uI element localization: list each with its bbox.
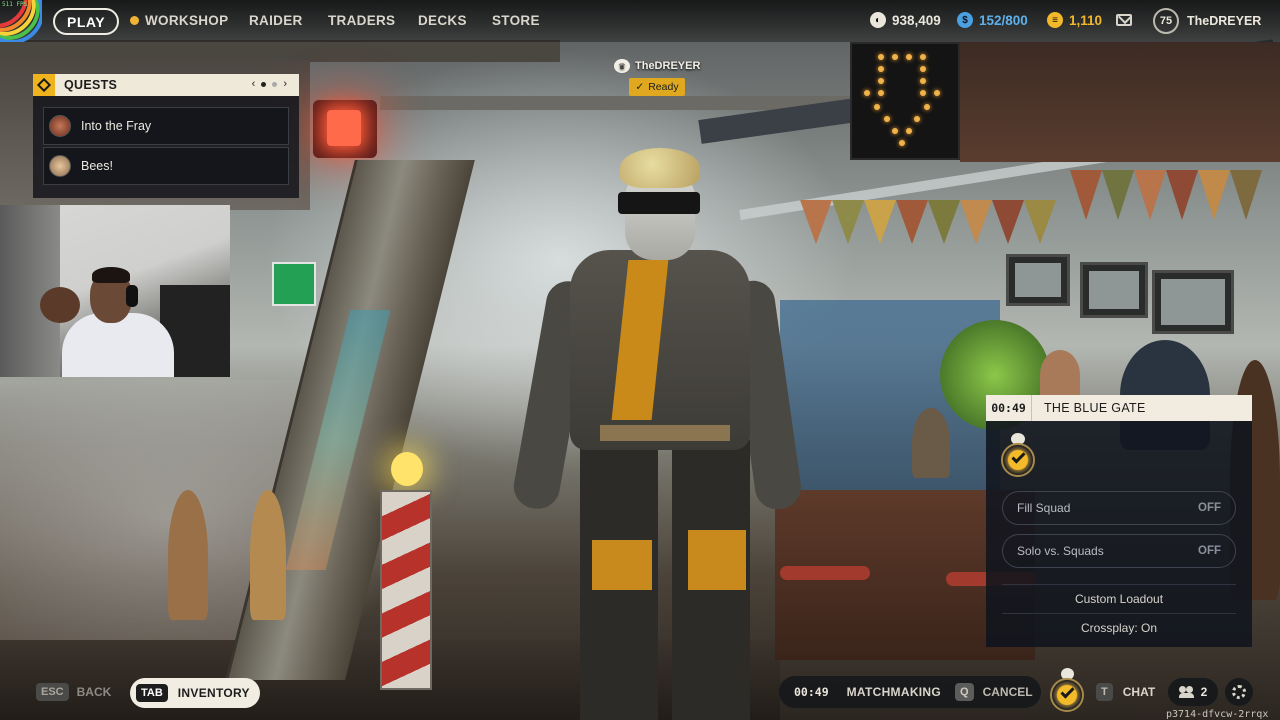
quests-pager: ‹ › xyxy=(252,78,287,90)
fill-squad-value: OFF xyxy=(1198,502,1221,514)
notification-dot-icon xyxy=(130,16,139,25)
scene-striped-barrier xyxy=(380,490,432,690)
session-id-label: p3714-dfvcw-2rrqx xyxy=(1166,709,1269,720)
nav-play-button[interactable]: PLAY xyxy=(53,8,120,35)
solo-vs-squads-label: Solo vs. Squads xyxy=(1017,544,1104,558)
scene-npc xyxy=(250,490,286,620)
settings-button[interactable] xyxy=(1225,678,1253,706)
red-warning-light xyxy=(313,100,377,158)
pager-next-icon[interactable]: › xyxy=(283,78,287,90)
crown-icon: ♛ xyxy=(614,59,630,73)
inventory-button[interactable]: TAB INVENTORY xyxy=(130,678,260,708)
q-key-hint[interactable]: Q xyxy=(955,683,974,701)
currency-raider-tokens[interactable]: $ 152/800 xyxy=(957,12,1028,28)
tab-key-hint: TAB xyxy=(136,684,168,702)
quest-item-label: Bees! xyxy=(81,159,113,173)
ready-status-badge: ✓ Ready xyxy=(629,78,685,96)
matchmaking-timer: 00:49 xyxy=(794,685,829,699)
currency-raider-tokens-value: 152/800 xyxy=(979,12,1028,28)
fill-squad-toggle[interactable]: Fill Squad OFF xyxy=(1002,491,1236,525)
pager-dot[interactable] xyxy=(272,81,278,87)
scene-yellow-lamp xyxy=(391,452,423,486)
gear-icon xyxy=(1232,685,1246,699)
quest-item[interactable]: Bees! xyxy=(43,147,289,185)
player-level-badge: 75 xyxy=(1153,8,1179,34)
scene-npc xyxy=(168,490,208,620)
scene-crt-monitor xyxy=(1006,254,1070,306)
solo-vs-squads-value: OFF xyxy=(1198,545,1221,557)
checkmark-icon: ✓ xyxy=(635,81,645,93)
pager-dot-active[interactable] xyxy=(261,81,267,87)
quest-item-label: Into the Fray xyxy=(81,119,152,133)
solo-vs-squads-toggle[interactable]: Solo vs. Squads OFF xyxy=(1002,534,1236,568)
custom-loadout-button[interactable]: Custom Loadout xyxy=(1002,584,1236,612)
currency-coins[interactable]: ◐ 938,409 xyxy=(870,12,941,28)
quest-giver-avatar xyxy=(49,115,71,137)
squad-ready-badge-icon xyxy=(1000,433,1036,477)
scene-beam xyxy=(0,40,560,62)
crossplay-setting[interactable]: Crossplay: On xyxy=(1002,613,1236,641)
scene-roof xyxy=(960,42,1280,162)
mail-icon[interactable] xyxy=(1116,14,1132,26)
scene-npc xyxy=(912,408,950,478)
back-label: BACK xyxy=(76,685,112,699)
quests-header: QUESTS ‹ › xyxy=(33,74,299,96)
friends-count: 2 xyxy=(1200,685,1208,699)
nav-workshop[interactable]: WORKSHOP xyxy=(145,13,228,28)
map-header: 00:49 THE BLUE GATE xyxy=(986,395,1252,421)
fps-counter: 511 FPS xyxy=(2,1,28,8)
player-character xyxy=(510,140,810,720)
quests-title: QUESTS xyxy=(64,78,118,92)
matchmaking-label: MATCHMAKING xyxy=(846,685,942,699)
quest-item[interactable]: Into the Fray xyxy=(43,107,289,145)
chat-button[interactable]: T CHAT xyxy=(1096,683,1155,701)
squad-ready-badge-icon xyxy=(1049,668,1085,712)
scene-npc xyxy=(1040,350,1080,400)
currency-credits[interactable]: ≡ 1,110 xyxy=(1047,12,1102,28)
map-name: THE BLUE GATE xyxy=(1044,401,1146,415)
credits-icon: ≡ xyxy=(1047,12,1063,28)
esc-key-hint: ESC xyxy=(36,683,69,701)
profile-username[interactable]: TheDREYER xyxy=(1187,14,1261,28)
quest-diamond-icon xyxy=(33,74,55,96)
friends-icon xyxy=(1178,686,1195,698)
scene-crt-monitor xyxy=(1080,262,1148,318)
nav-raider[interactable]: RAIDER xyxy=(249,13,303,28)
exit-sign xyxy=(272,262,316,306)
currency-credits-value: 1,110 xyxy=(1069,12,1103,28)
top-navigation-bar: 511 FPS PLAY WORKSHOP RAIDER TRADERS DEC… xyxy=(0,0,1280,42)
t-key-hint: T xyxy=(1096,683,1113,701)
nav-decks[interactable]: DECKS xyxy=(418,13,467,28)
nav-store[interactable]: STORE xyxy=(492,13,540,28)
coin-icon: ◐ xyxy=(870,12,886,28)
back-button[interactable]: ESC BACK xyxy=(36,683,111,701)
currency-coins-value: 938,409 xyxy=(892,12,941,28)
chat-label: CHAT xyxy=(1122,685,1156,699)
scene-crt-monitor xyxy=(1152,270,1234,334)
matchmaking-status-bar: 00:49 MATCHMAKING Q CANCEL xyxy=(779,676,1041,708)
quests-panel: QUESTS ‹ › Into the Fray Bees! xyxy=(33,74,299,198)
nav-traders[interactable]: TRADERS xyxy=(328,13,395,28)
pager-prev-icon[interactable]: ‹ xyxy=(252,78,256,90)
map-selection-panel: 00:49 THE BLUE GATE Fill Squad OFF Solo … xyxy=(986,395,1252,647)
ready-status-label: Ready xyxy=(648,81,679,93)
friends-button[interactable]: 2 xyxy=(1168,678,1218,706)
player-nameplate: ♛ TheDREYER xyxy=(614,59,700,73)
led-arrow-sign xyxy=(850,42,960,160)
inventory-label: INVENTORY xyxy=(177,686,250,700)
raider-token-icon: $ xyxy=(957,12,973,28)
headset-icon xyxy=(126,285,138,307)
quest-giver-avatar xyxy=(49,155,71,177)
scene-bunting xyxy=(1070,170,1262,240)
map-timer: 00:49 xyxy=(986,395,1032,421)
cancel-matchmaking-button[interactable]: CANCEL xyxy=(983,685,1033,699)
fill-squad-label: Fill Squad xyxy=(1017,501,1071,515)
player-nameplate-name: TheDREYER xyxy=(635,60,701,72)
streamer-webcam-overlay xyxy=(0,205,230,377)
